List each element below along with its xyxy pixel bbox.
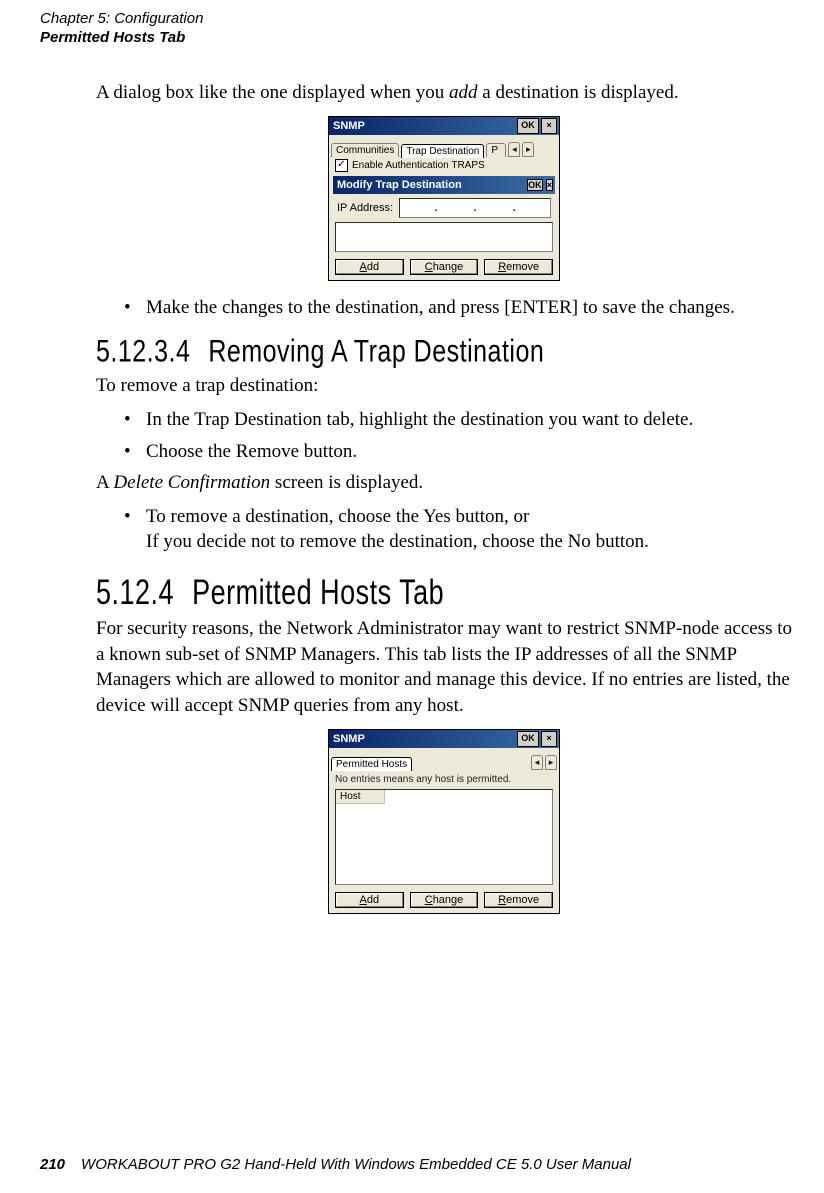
ph-add-button[interactable]: Add [335, 892, 404, 908]
ph-host-grid: Host [335, 789, 553, 885]
tab-permitted-hosts[interactable]: Permitted Hosts [331, 757, 412, 771]
page-number: 210 [40, 1156, 65, 1173]
empty-list [335, 222, 553, 252]
delete-confirmation-para: A Delete Confirmation screen is displaye… [96, 470, 792, 496]
ip-label: IP Address: [337, 202, 393, 214]
section-line: Permitted Hosts Tab [40, 29, 203, 48]
snmp-trap-destination-screenshot: SNMP OK × Communities Trap Destination P… [328, 116, 560, 281]
change-button[interactable]: Change [410, 259, 479, 275]
bullet-in-trap-tab: • In the Trap Destination tab, highlight… [124, 407, 792, 433]
intro-paragraph: A dialog box like the one displayed when… [96, 80, 792, 106]
ip-address-row: IP Address: ... [337, 198, 551, 218]
bullet-make-changes: • Make the changes to the destination, a… [124, 295, 792, 321]
snmp-permitted-hosts-screenshot: SNMP OK × Permitted Hosts ◂ ▸ No entries… [328, 729, 560, 914]
modify-ok-button[interactable]: OK [527, 179, 543, 191]
remove-intro: To remove a trap destination: [96, 373, 792, 399]
footer: 210 WORKABOUT PRO G2 Hand-Held With Windo… [40, 1156, 631, 1173]
ph-close-icon[interactable]: × [541, 731, 557, 747]
running-header: Chapter 5: Configuration Permitted Hosts… [40, 10, 203, 48]
bullet-yes-no: • To remove a destination, choose the Ye… [124, 504, 792, 555]
modify-trap-title: Modify Trap Destination [337, 179, 462, 191]
remove-button[interactable]: Remove [484, 259, 553, 275]
ph-tab-scroll-right-icon[interactable]: ▸ [545, 755, 557, 770]
ip-input[interactable]: ... [399, 198, 551, 218]
tab-cut[interactable]: P [486, 143, 506, 157]
outer-title: SNMP [333, 120, 365, 132]
ph-message: No entries means any host is permitted. [329, 770, 559, 787]
ph-remove-button[interactable]: Remove [484, 892, 553, 908]
enable-auth-row: ✓ Enable Authentication TRAPS [329, 157, 559, 174]
tab-row: Communities Trap Destination P ◂ ▸ [329, 135, 559, 157]
bullet-choose-remove: • Choose the Remove button. [124, 439, 792, 465]
ph-titlebar: SNMP OK × [329, 730, 559, 748]
heading-permitted-hosts: 5.12.4Permitted Hosts Tab [96, 573, 792, 613]
ph-ok-button[interactable]: OK [517, 731, 539, 747]
chapter-line: Chapter 5: Configuration [40, 10, 203, 29]
heading-removing-trap: 5.12.3.4Removing A Trap Destination [96, 334, 792, 370]
tab-trap-destination[interactable]: Trap Destination [401, 144, 484, 158]
ph-change-button[interactable]: Change [410, 892, 479, 908]
ph-tab-scroll-left-icon[interactable]: ◂ [531, 755, 543, 770]
enable-auth-label: Enable Authentication TRAPS [352, 160, 485, 171]
enable-auth-checkbox[interactable]: ✓ [335, 159, 348, 172]
tab-scroll-left-icon[interactable]: ◂ [508, 142, 520, 157]
footer-text: WORKABOUT PRO G2 Hand-Held With Windows … [81, 1156, 631, 1173]
close-icon[interactable]: × [541, 118, 557, 134]
modify-close-icon[interactable]: × [546, 179, 553, 191]
ph-title: SNMP [333, 733, 365, 745]
add-button[interactable]: Add [335, 259, 404, 275]
modify-trap-titlebar: Modify Trap Destination OK × [333, 176, 555, 194]
ok-button[interactable]: OK [517, 118, 539, 134]
permitted-paragraph: For security reasons, the Network Admini… [96, 616, 792, 719]
tab-communities[interactable]: Communities [331, 143, 399, 157]
ph-col-host: Host [336, 790, 385, 804]
ph-tab-row: Permitted Hosts ◂ ▸ [329, 748, 559, 770]
tab-scroll-right-icon[interactable]: ▸ [522, 142, 534, 157]
outer-titlebar: SNMP OK × [329, 117, 559, 135]
